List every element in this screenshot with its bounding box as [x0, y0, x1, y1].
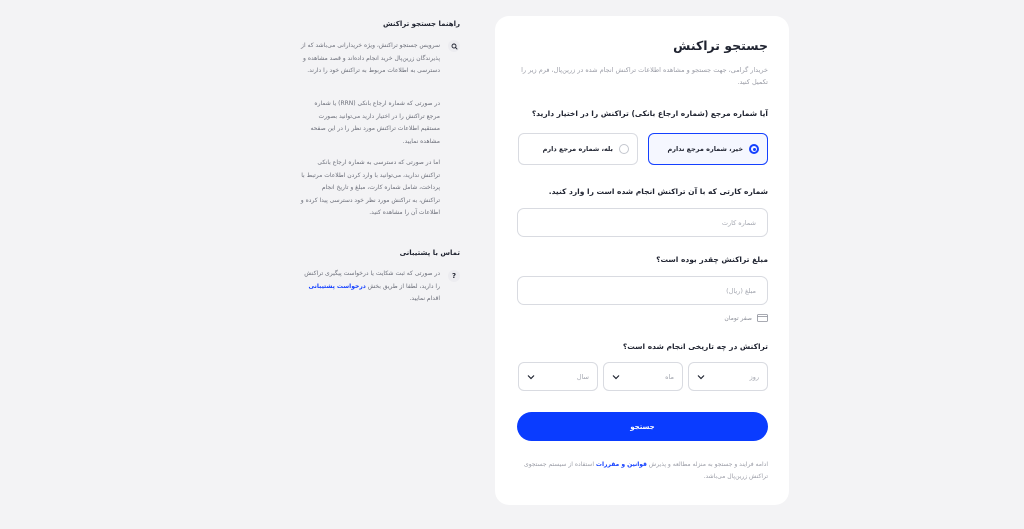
search-form-card: جستجو تراکنش خریدار گرامی، جهت جستجو و م… — [495, 16, 789, 505]
guide-paragraph-1: سرویس جستجو تراکنش، ویژه خریدارانی می‌با… — [301, 42, 440, 74]
question-icon-glyph: ? — [451, 272, 457, 280]
guide-paragraph-2: در صورتی که شماره ارجاع بانکی (RRN) یا ش… — [310, 100, 440, 145]
amount-in-words: صفر تومان — [724, 314, 768, 322]
reference-question-label: آیا شماره مرجع (شماره ارجاع بانکی) تراکن… — [531, 109, 768, 118]
chevron-down-icon — [527, 374, 535, 379]
option-has-reference[interactable]: بله، شماره مرجع دارم — [518, 133, 638, 165]
support-title: تماس با پشتیبانی — [399, 249, 460, 257]
guide-title: راهنما جستجو تراکنش — [383, 20, 460, 28]
day-select[interactable]: روز — [688, 362, 768, 391]
support-request-link[interactable]: درخواست پشتیبانی — [309, 283, 366, 290]
terms-link[interactable]: قوانین و مقررات — [596, 461, 647, 468]
chevron-down-icon — [697, 374, 705, 379]
support-paragraph: در صورتی که ثبت شکایت یا درخواست پیگیری … — [300, 268, 440, 306]
date-question-label: تراکنش در چه تاریخی انجام شده است؟ — [622, 342, 768, 351]
option-has-reference-label: بله، شماره مرجع دارم — [542, 145, 613, 153]
option-no-reference-label: خیر، شماره مرجع ندارم — [667, 145, 743, 153]
month-select-value: ماه — [665, 372, 674, 381]
question-icon: ? — [448, 270, 460, 282]
radio-selected-icon — [749, 144, 759, 154]
option-no-reference[interactable]: خیر، شماره مرجع ندارم — [648, 133, 768, 165]
year-select-value: سال — [576, 372, 589, 381]
radio-unselected-icon — [619, 144, 629, 154]
search-button[interactable]: جستجو — [517, 412, 768, 441]
card-number-question-label: شماره کارتی که با آن تراکنش انجام شده اس… — [548, 187, 768, 196]
amount-input[interactable] — [517, 276, 768, 305]
money-icon — [757, 314, 768, 322]
chevron-down-icon — [612, 374, 620, 379]
card-number-input[interactable] — [517, 208, 768, 237]
search-icon — [448, 40, 460, 52]
guide-sidebar: راهنما جستجو تراکنش سرویس جستجو تراکنش، … — [290, 0, 460, 529]
page-title: جستجو تراکنش — [673, 38, 768, 53]
form-description: خریدار گرامی، جهت جستجو و مشاهده اطلاعات… — [521, 66, 768, 86]
day-select-value: روز — [749, 372, 759, 381]
amount-question-label: مبلغ تراکنش چقدر بوده است؟ — [656, 255, 768, 264]
support-text-after: اقدام نمایید. — [409, 295, 440, 302]
terms-text-before: ادامه فرایند و جستجو به منزله مطالعه و پ… — [646, 461, 768, 468]
amount-in-words-text: صفر تومان — [724, 314, 752, 322]
terms-note: ادامه فرایند و جستجو به منزله مطالعه و پ… — [516, 459, 768, 483]
guide-paragraph-3: اما در صورتی که دسترسی به شماره ارجاع با… — [300, 159, 440, 216]
year-select[interactable]: سال — [518, 362, 598, 391]
month-select[interactable]: ماه — [603, 362, 683, 391]
